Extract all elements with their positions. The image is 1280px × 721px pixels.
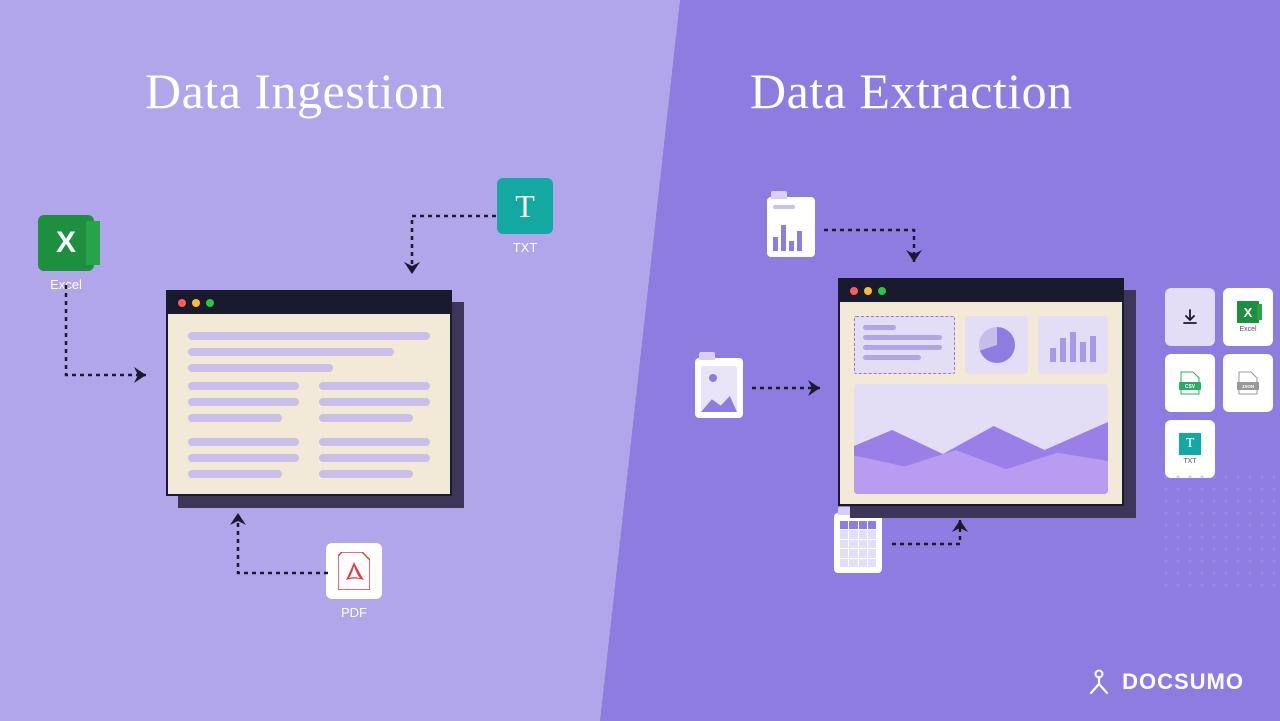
excel-source: X Excel: [38, 215, 94, 292]
window-header: [840, 280, 1122, 302]
excel-output: X Excel: [1223, 288, 1273, 346]
decorative-dots: [1160, 471, 1280, 591]
output-formats: X Excel CSV JSON T TXT: [1165, 288, 1273, 478]
excel-output-label: Excel: [1239, 326, 1256, 333]
image-document-input: [695, 358, 743, 418]
docsumo-mark-icon: [1086, 669, 1112, 695]
txt-source: T TXT: [497, 178, 553, 255]
traffic-light-green: [878, 287, 886, 295]
txt-output: T TXT: [1165, 420, 1215, 478]
chart-document-input: [767, 197, 815, 257]
pie-chart-card: [965, 316, 1027, 374]
traffic-light-yellow: [192, 299, 200, 307]
json-icon: JSON: [1237, 370, 1259, 396]
mini-bar-chart-icon: [1050, 328, 1096, 362]
traffic-light-green: [206, 299, 214, 307]
svg-text:CSV: CSV: [1185, 384, 1196, 390]
extraction-window: [838, 278, 1124, 506]
area-chart-card: [854, 384, 1108, 494]
excel-icon: X: [38, 215, 94, 271]
json-output: JSON: [1223, 354, 1273, 412]
excel-label: Excel: [50, 277, 82, 292]
pdf-icon: [326, 543, 382, 599]
dashboard: [840, 302, 1122, 508]
brand-name: DOCSUMO: [1122, 669, 1244, 695]
bar-chart-icon: [773, 223, 809, 251]
traffic-light-yellow: [864, 287, 872, 295]
brand-logo: DOCSUMO: [1086, 669, 1244, 695]
pie-chart-icon: [979, 327, 1015, 363]
svg-text:JSON: JSON: [1242, 384, 1254, 389]
traffic-light-red: [850, 287, 858, 295]
ingestion-window: [166, 290, 452, 496]
txt-icon: T: [497, 178, 553, 234]
download-output: [1165, 288, 1215, 346]
document-lines: [168, 314, 450, 496]
title-ingestion: Data Ingestion: [145, 62, 445, 120]
pdf-source: PDF: [326, 543, 382, 620]
csv-icon: CSV: [1179, 370, 1201, 396]
window-header: [168, 292, 450, 314]
pdf-label: PDF: [341, 605, 367, 620]
txt-icon: T: [1179, 433, 1201, 455]
table-document-input: [834, 513, 882, 573]
excel-icon: X: [1237, 301, 1259, 323]
txt-label: TXT: [513, 240, 538, 255]
csv-output: CSV: [1165, 354, 1215, 412]
txt-output-label: TXT: [1183, 458, 1196, 465]
title-extraction: Data Extraction: [750, 62, 1073, 120]
bar-chart-card: [1038, 316, 1108, 374]
text-selection-card: [854, 316, 955, 374]
traffic-light-red: [178, 299, 186, 307]
download-icon: [1181, 308, 1199, 326]
diagram-canvas: Data Ingestion Data Extraction X Excel T…: [0, 0, 1280, 721]
image-icon: [701, 366, 737, 412]
table-icon: [840, 521, 876, 567]
